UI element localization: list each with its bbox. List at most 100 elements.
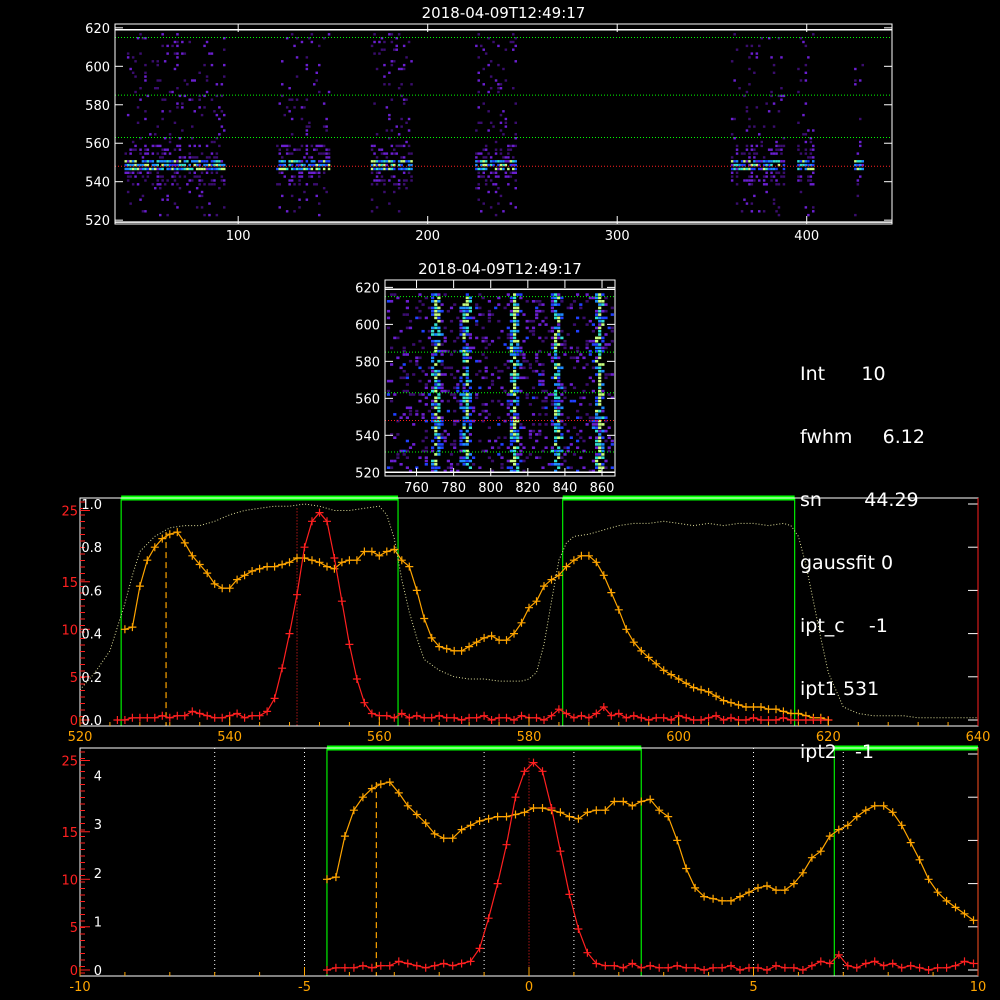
heatmap-pixel <box>762 125 766 128</box>
heatmap-pixel <box>468 393 472 396</box>
heatmap-pixel <box>418 339 422 343</box>
data-point-red <box>772 961 780 970</box>
heatmap-pixel <box>598 300 602 303</box>
data-point-red <box>367 709 376 718</box>
heatmap-pixel <box>424 396 428 400</box>
heatmap-pixel <box>462 456 466 459</box>
heatmap-pixel <box>191 125 194 128</box>
heatmap-pixel <box>163 160 167 163</box>
heatmap-pixel <box>327 33 331 36</box>
heatmap-pixel <box>484 403 488 406</box>
heatmap-pixel <box>327 152 331 155</box>
heatmap-pixel <box>288 87 291 90</box>
data-point-orange <box>742 703 750 711</box>
heatmap-pixel <box>513 376 517 380</box>
heatmap-pixel <box>410 179 413 182</box>
heatmap-pixel <box>313 148 316 151</box>
heatmap-pixel <box>499 113 503 117</box>
heatmap-pixel <box>475 396 479 400</box>
heatmap-pixel <box>293 175 296 178</box>
data-point-orange <box>906 838 915 847</box>
heatmap-pixel <box>151 152 155 155</box>
heatmap-pixel <box>188 144 191 148</box>
heatmap-pixel <box>569 443 573 446</box>
heatmap-pixel <box>327 160 331 163</box>
heatmap-pixel <box>176 44 179 48</box>
heatmap-pixel <box>465 413 469 416</box>
heatmap-pixel <box>497 399 501 403</box>
heatmap-pixel <box>519 426 523 429</box>
heatmap-pixel <box>400 67 403 71</box>
heatmap-pixel <box>210 98 214 101</box>
heatmap-pixel <box>208 202 211 205</box>
heatmap-pixel <box>509 309 513 313</box>
data-point-orange <box>493 812 502 821</box>
data-point-red <box>691 963 700 972</box>
data-point-red <box>565 890 574 899</box>
heatmap-pixel <box>459 406 463 410</box>
data-point-red <box>637 713 646 722</box>
heatmap-pixel <box>799 179 803 182</box>
heatmap-pixel <box>499 160 503 163</box>
heatmap-pixel <box>598 446 602 449</box>
heatmap-pixel <box>431 333 435 336</box>
heatmap-pixel <box>804 102 808 105</box>
heatmap-pixel <box>440 383 444 386</box>
data-point-orange <box>263 562 272 571</box>
heatmap-pixel <box>513 383 517 386</box>
heatmap-pixel <box>802 160 805 163</box>
heatmap-pixel <box>780 148 783 151</box>
heatmap-pixel <box>151 167 155 171</box>
heatmap-pixel <box>497 423 501 426</box>
heatmap-pixel <box>383 63 386 67</box>
heatmap-pixel <box>434 459 438 463</box>
heatmap-pixel <box>502 167 505 171</box>
heatmap-pixel <box>531 386 536 390</box>
heatmap-pixel <box>161 152 164 155</box>
info-line-sn: sn 44.29 <box>800 489 919 511</box>
heatmap-pixel <box>383 152 386 155</box>
heatmap-pixel <box>434 416 438 419</box>
heatmap-pixel <box>598 456 602 459</box>
heatmap-pixel <box>507 144 510 148</box>
heatmap-pixel <box>588 416 592 419</box>
heatmap-pixel <box>557 329 561 333</box>
heatmap-pixel <box>459 433 463 436</box>
heatmap-pixel <box>325 156 328 159</box>
heatmap-pixel <box>410 167 413 171</box>
heatmap-pixel <box>210 160 214 163</box>
heatmap-pixel <box>531 300 536 303</box>
data-point-red <box>610 961 619 970</box>
heatmap-pixel <box>610 313 614 316</box>
heatmap-pixel <box>591 359 595 363</box>
heatmap-pixel <box>298 206 301 209</box>
heatmap-pixel <box>380 160 384 163</box>
heatmap-pixel <box>489 206 493 209</box>
heatmap-pixel <box>315 71 318 74</box>
heatmap-pixel <box>472 463 476 466</box>
data-point-orange <box>673 836 682 845</box>
heatmap-pixel <box>181 167 184 171</box>
heatmap-pixel <box>569 399 573 403</box>
heatmap-pixel <box>482 102 485 105</box>
heatmap-pixel <box>163 98 167 101</box>
heatmap-pixel <box>563 453 567 456</box>
heatmap-pixel <box>513 323 517 326</box>
heatmap-pixel <box>218 160 221 163</box>
heatmap-pixel <box>591 459 595 463</box>
heatmap-pixel <box>385 152 389 155</box>
heatmap-pixel <box>327 148 331 151</box>
heatmap-pixel <box>807 179 810 182</box>
heatmap-pixel <box>215 213 219 217</box>
heatmap-pixel <box>528 433 532 436</box>
heatmap-pixel <box>514 133 517 136</box>
heatmap-pixel <box>509 202 513 205</box>
heatmap-pixel <box>499 167 503 171</box>
heatmap-pixel <box>399 329 403 333</box>
heatmap-pixel <box>525 396 529 400</box>
heatmap-pixel <box>477 56 480 59</box>
heatmap-pixel <box>770 148 773 151</box>
heatmap-pixel <box>434 300 438 303</box>
heatmap-pixel <box>437 436 441 439</box>
heatmap-pixel <box>497 446 501 449</box>
